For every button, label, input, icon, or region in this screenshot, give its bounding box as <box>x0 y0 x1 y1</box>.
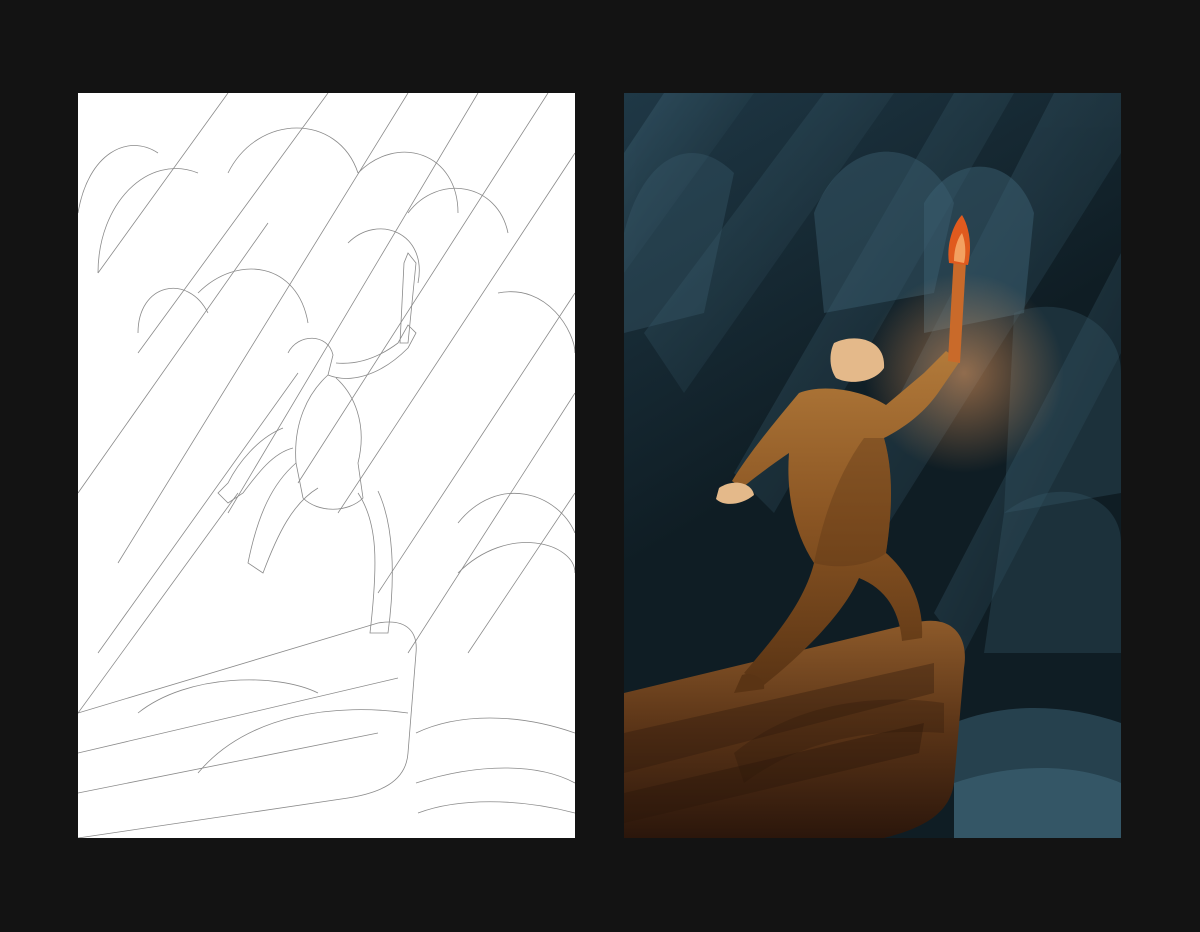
mist-wave <box>954 768 1121 838</box>
lineart-illustration <box>78 93 575 838</box>
mist <box>954 708 1121 838</box>
torch-glow <box>864 273 1064 473</box>
mist-outline <box>415 717 575 814</box>
diagonal-band <box>78 93 575 714</box>
colored-illustration <box>624 93 1121 838</box>
colored-panel <box>624 93 1121 838</box>
lineart-strokes <box>78 93 575 838</box>
lineart-panel <box>78 93 575 838</box>
cloud-arch <box>984 491 1121 653</box>
artboard-backdrop <box>0 0 1200 932</box>
cliff-outline <box>78 621 417 838</box>
